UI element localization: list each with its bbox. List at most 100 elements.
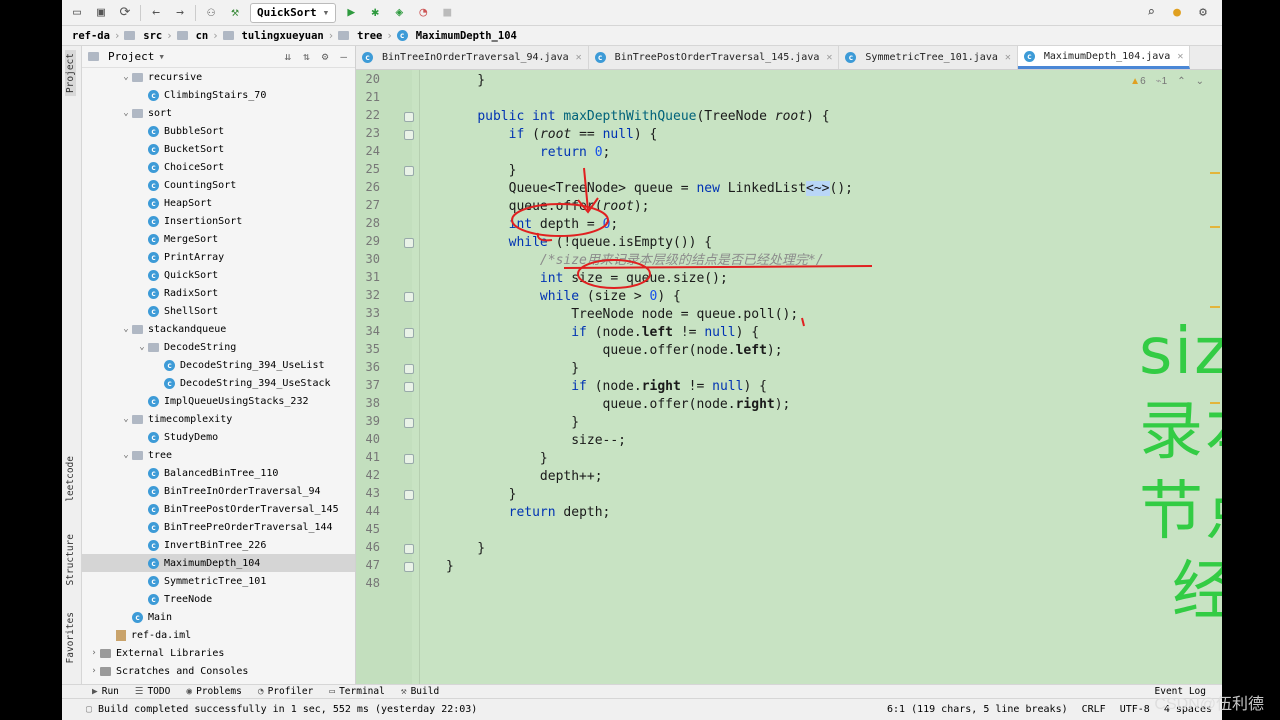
hide-icon[interactable]: — <box>340 50 347 63</box>
profile-icon[interactable]: ◔ <box>414 4 432 22</box>
code-line[interactable]: return depth; <box>446 504 611 522</box>
file-encoding[interactable]: UTF-8 <box>1120 704 1150 715</box>
tree-item[interactable]: c DecodeString_394_UseList <box>82 356 355 374</box>
code-line[interactable]: } <box>446 360 579 378</box>
editor-tab[interactable]: c BinTreePostOrderTraversal_145.java ✕ <box>589 46 840 69</box>
tree-item[interactable]: c SymmetricTree_101 <box>82 572 355 590</box>
gear-icon[interactable]: ⚙ <box>322 50 329 63</box>
close-icon[interactable]: ✕ <box>826 52 832 63</box>
structure-tool-tab[interactable]: Structure <box>65 534 76 585</box>
tree-item[interactable]: c ChoiceSort <box>82 158 355 176</box>
code-line[interactable]: queue.offer(root); <box>446 198 650 216</box>
coverage-icon[interactable]: ◈ <box>390 4 408 22</box>
code-line[interactable]: while (size > 0) { <box>446 288 681 306</box>
tree-item[interactable]: c MergeSort <box>82 230 355 248</box>
editor-tab[interactable]: c BinTreeInOrderTraversal_94.java ✕ <box>356 46 589 69</box>
close-icon[interactable]: ✕ <box>576 52 582 63</box>
line-separator[interactable]: CRLF <box>1082 704 1106 715</box>
tree-item[interactable]: c InvertBinTree_226 <box>82 536 355 554</box>
leetcode-tool-tab[interactable]: leetcode <box>65 456 76 502</box>
chevron-down-icon[interactable]: ⌄ <box>120 108 132 118</box>
project-tool-tab[interactable]: Project <box>65 50 76 97</box>
stop-icon[interactable]: ■ <box>438 4 456 22</box>
chevron-down-icon[interactable]: ⌄ <box>120 450 132 460</box>
tree-item[interactable]: c ClimbingStairs_70 <box>82 86 355 104</box>
tree-item[interactable]: › Scratches and Consoles <box>82 662 355 680</box>
tree-item[interactable]: c TreeNode <box>82 590 355 608</box>
code-line[interactable]: } <box>446 72 485 90</box>
tree-item[interactable]: c HeapSort <box>82 194 355 212</box>
update-icon[interactable]: ● <box>1168 4 1186 22</box>
code-line[interactable]: int depth = 0; <box>446 216 619 234</box>
chevron-up-icon[interactable]: ⌃ <box>1177 76 1185 87</box>
forward-icon[interactable]: → <box>171 4 189 22</box>
tree-item[interactable]: c BinTreeInOrderTraversal_94 <box>82 482 355 500</box>
code-line[interactable]: queue.offer(node.left); <box>446 342 783 360</box>
code-line[interactable]: size--; <box>446 432 626 450</box>
run-configuration-select[interactable]: QuickSort ▾ <box>250 2 337 23</box>
chevron-down-icon[interactable]: ⌄ <box>1196 76 1204 87</box>
open-folder-icon[interactable]: ▭ <box>68 4 86 22</box>
back-icon[interactable]: ← <box>147 4 165 22</box>
chevron-down-icon[interactable]: ⌄ <box>136 342 148 352</box>
tree-item[interactable]: c BucketSort <box>82 140 355 158</box>
code-line[interactable]: } <box>446 540 485 558</box>
tree-item[interactable]: c CountingSort <box>82 176 355 194</box>
editor-tab[interactable]: c MaximumDepth_104.java ✕ <box>1017 46 1191 69</box>
tree-item[interactable]: › External Libraries <box>82 644 355 662</box>
code-line[interactable]: if (node.right != null) { <box>446 378 767 396</box>
tree-item[interactable]: c ImplQueueUsingStacks_232 <box>82 392 355 410</box>
tree-item[interactable]: c DecodeString_394_UseStack <box>82 374 355 392</box>
code-line[interactable]: } <box>446 414 579 432</box>
breadcrumb-item[interactable]: tree <box>338 30 382 42</box>
tree-folder[interactable]: ⌄ DecodeString <box>82 338 355 356</box>
tool-tab-problems[interactable]: ◉ Problems <box>186 686 242 697</box>
code-line[interactable]: } <box>446 162 517 180</box>
close-icon[interactable]: ✕ <box>1005 52 1011 63</box>
warning-marker[interactable] <box>1210 172 1220 174</box>
code-line[interactable]: int size = queue.size(); <box>446 270 728 288</box>
sync-icon[interactable]: ⟳ <box>116 4 134 22</box>
code-line[interactable]: } <box>446 558 454 576</box>
vcs-user-icon[interactable]: ⚇ <box>202 4 220 22</box>
code-line[interactable]: queue.offer(node.right); <box>446 396 791 414</box>
run-icon[interactable]: ▶ <box>342 4 360 22</box>
warning-marker[interactable] <box>1210 306 1220 308</box>
chevron-right-icon[interactable]: › <box>88 648 100 658</box>
tree-folder[interactable]: ⌄ sort <box>82 104 355 122</box>
warning-marker[interactable] <box>1210 226 1220 228</box>
code-line[interactable]: /*size用来记录本层级的结点是否已经处理完*/ <box>446 252 824 270</box>
code-line[interactable]: return 0; <box>446 144 610 162</box>
tree-item[interactable]: c InsertionSort <box>82 212 355 230</box>
breadcrumb-item[interactable]: cn <box>176 30 208 42</box>
inspection-widget[interactable]: ▲6 ⌁1 ⌃ ⌄ <box>1130 76 1204 87</box>
tree-item[interactable]: c ShellSort <box>82 302 355 320</box>
debug-icon[interactable]: ✱ <box>366 4 384 22</box>
build-hammer-icon[interactable]: ⚒ <box>226 4 244 22</box>
chevron-right-icon[interactable]: › <box>88 666 100 676</box>
tool-tab-todo[interactable]: ☰ TODO <box>135 686 170 697</box>
tree-item[interactable]: c Main <box>82 608 355 626</box>
chevron-down-icon[interactable]: ⌄ <box>120 72 132 82</box>
close-icon[interactable]: ✕ <box>1177 51 1183 62</box>
tool-tab-terminal[interactable]: ▭ Terminal <box>329 686 385 697</box>
code-line[interactable]: } <box>446 450 548 468</box>
code-line[interactable]: TreeNode node = queue.poll(); <box>446 306 798 324</box>
cursor-position[interactable]: 6:1 (119 chars, 5 line breaks) <box>887 704 1068 715</box>
tree-item[interactable]: c BinTreePostOrderTraversal_145 <box>82 500 355 518</box>
tool-tab-profiler[interactable]: ◔ Profiler <box>258 686 314 697</box>
settings-icon[interactable]: ⚙ <box>1194 4 1212 22</box>
breadcrumb-item[interactable]: c MaximumDepth_104 <box>396 30 517 42</box>
tree-folder[interactable]: ⌄ tree <box>82 446 355 464</box>
tool-tab-build[interactable]: ⚒ Build <box>401 686 439 697</box>
tree-folder[interactable]: ⌄ stackandqueue <box>82 320 355 338</box>
search-icon[interactable]: ⌕ <box>1142 4 1160 22</box>
code-line[interactable]: depth++; <box>446 468 603 486</box>
expand-all-icon[interactable]: ⇅ <box>303 50 310 63</box>
code-line[interactable]: if (root == null) { <box>446 126 658 144</box>
tree-item[interactable]: c BalancedBinTree_110 <box>82 464 355 482</box>
tree-item[interactable]: c PrintArray <box>82 248 355 266</box>
code-editor[interactable]: 20 21 22 23 24 25 26 27 28 29 30 31 32 33 34 35 36 37 38 39… <box>356 70 1222 684</box>
favorites-tool-tab[interactable]: Favorites <box>65 612 76 663</box>
tree-item[interactable]: c QuickSort <box>82 266 355 284</box>
